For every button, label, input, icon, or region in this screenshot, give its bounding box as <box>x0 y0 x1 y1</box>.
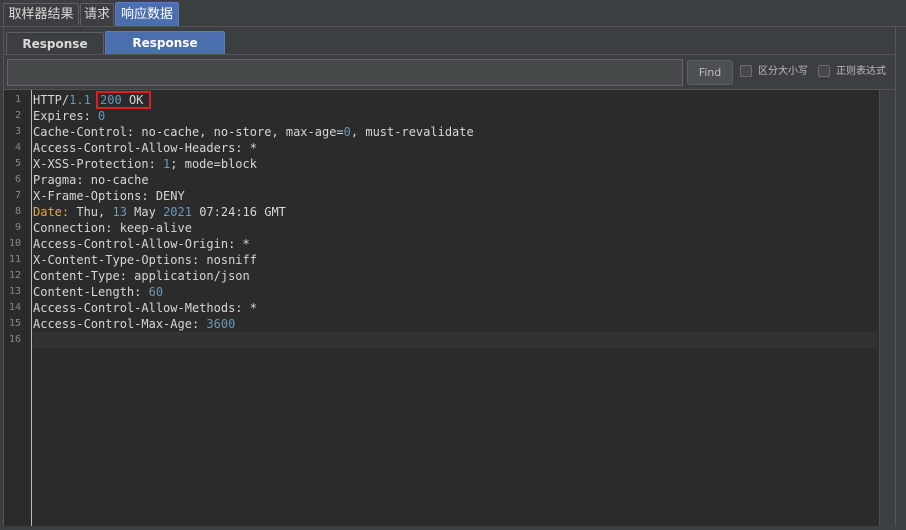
header-line: Access-Control-Allow-Methods: * <box>33 301 257 315</box>
date-key: Date: <box>33 205 70 219</box>
line-number: 13 <box>8 286 21 297</box>
header-line: Content-Type: application/json <box>33 269 250 283</box>
checkbox-box[interactable] <box>818 65 830 77</box>
header-value: 0 <box>343 125 351 139</box>
tab-response-body[interactable]: Response Body <box>6 32 104 73</box>
regex-label: 正则表达式 <box>836 66 886 77</box>
header-value: 13 <box>112 205 127 219</box>
header-line: Cache-Control: no-cache, no-store, max-a… <box>33 124 877 140</box>
header-line: Access-Control-Allow-Origin: * <box>33 237 250 251</box>
header-line: Content-Length: 60 <box>33 284 877 300</box>
status-code-highlight: 200 OK <box>96 91 152 109</box>
regex-checkbox[interactable]: 正则表达式 <box>818 63 886 81</box>
line-number: 1 <box>14 94 21 105</box>
header-lines: HTTP/1.1 200 OK Expires: 0 Cache-Control… <box>33 91 877 348</box>
header-text: , must-revalidate <box>350 125 474 139</box>
http-version: 1.1 <box>69 93 91 107</box>
headers-text-area[interactable]: 1 2 3 4 5 6 7 8 9 10 11 12 13 14 15 16 H… <box>4 89 895 526</box>
line-number: 7 <box>14 190 21 201</box>
http-proto: HTTP/ <box>33 93 70 107</box>
header-key: Expires: <box>33 109 99 123</box>
line-number: 16 <box>8 334 21 345</box>
header-line: Access-Control-Allow-Headers: * <box>33 141 257 155</box>
line-number: 14 <box>8 302 21 313</box>
response-panel: Response Body Response headers Find 区分大小… <box>3 26 896 526</box>
vertical-scrollbar[interactable] <box>879 90 895 526</box>
case-sensitive-checkbox[interactable]: 区分大小写 <box>740 63 808 81</box>
line-number: 4 <box>14 142 21 153</box>
header-line: Connection: keep-alive <box>33 221 192 235</box>
search-input[interactable] <box>7 59 683 86</box>
header-text: May <box>126 205 164 219</box>
header-key: X-XSS-Protection: <box>33 157 164 171</box>
header-text: ; mode=block <box>170 157 257 171</box>
case-sensitive-label: 区分大小写 <box>758 66 808 77</box>
header-value: 07:24:16 <box>199 205 257 219</box>
line-number: 2 <box>14 110 21 121</box>
header-text: Thu, <box>69 205 113 219</box>
line-number: 12 <box>8 270 21 281</box>
line-number: 6 <box>14 174 21 185</box>
header-line: X-Content-Type-Options: nosniff <box>33 253 257 267</box>
current-empty-line[interactable] <box>33 332 877 348</box>
header-key: Content-Length: <box>33 285 149 299</box>
header-line: Access-Control-Max-Age: 3600 <box>33 316 877 332</box>
line-number: 8 <box>14 206 21 217</box>
header-line: Date: Thu, 13 May 2021 07:24:16 GMT <box>33 204 877 220</box>
header-key: Access-Control-Max-Age: <box>33 317 207 331</box>
line-number: 5 <box>14 158 21 169</box>
line-number: 3 <box>14 126 21 137</box>
status-line: HTTP/1.1 200 OK <box>33 91 877 109</box>
header-value: 0 <box>98 109 106 123</box>
find-button[interactable]: Find <box>687 60 733 85</box>
line-number: 9 <box>14 222 21 233</box>
tab-response-data[interactable]: 响应数据 <box>115 2 179 26</box>
line-number: 10 <box>8 238 21 249</box>
tab-request[interactable]: 请求 <box>80 3 114 25</box>
status-text: OK <box>121 93 144 107</box>
line-number: 15 <box>8 318 21 329</box>
tab-sampler-result[interactable]: 取样器结果 <box>3 3 79 25</box>
sub-tab-bar: Response Body Response headers <box>4 27 895 73</box>
header-value: 3600 <box>206 317 236 331</box>
line-number-gutter: 1 2 3 4 5 6 7 8 9 10 11 12 13 14 15 16 <box>4 90 32 526</box>
header-line: Expires: 0 <box>33 108 877 124</box>
header-line: Pragma: no-cache <box>33 173 149 187</box>
header-value: 60 <box>148 285 164 299</box>
line-number: 11 <box>8 254 21 265</box>
bottom-edge <box>0 526 906 530</box>
header-text: GMT <box>257 205 286 219</box>
tab-response-headers[interactable]: Response headers <box>105 31 225 72</box>
header-value: 2021 <box>163 205 192 219</box>
checkbox-box[interactable] <box>740 65 752 77</box>
header-line: X-Frame-Options: DENY <box>33 189 185 203</box>
header-text: Cache-Control: no-cache, no-store, max-a… <box>33 125 344 139</box>
top-tab-bar: 取样器结果 请求 响应数据 <box>0 0 906 27</box>
search-bar: Find 区分大小写 正则表达式 <box>4 55 895 91</box>
status-code: 200 <box>100 93 122 107</box>
header-line: X-XSS-Protection: 1; mode=block <box>33 156 877 172</box>
